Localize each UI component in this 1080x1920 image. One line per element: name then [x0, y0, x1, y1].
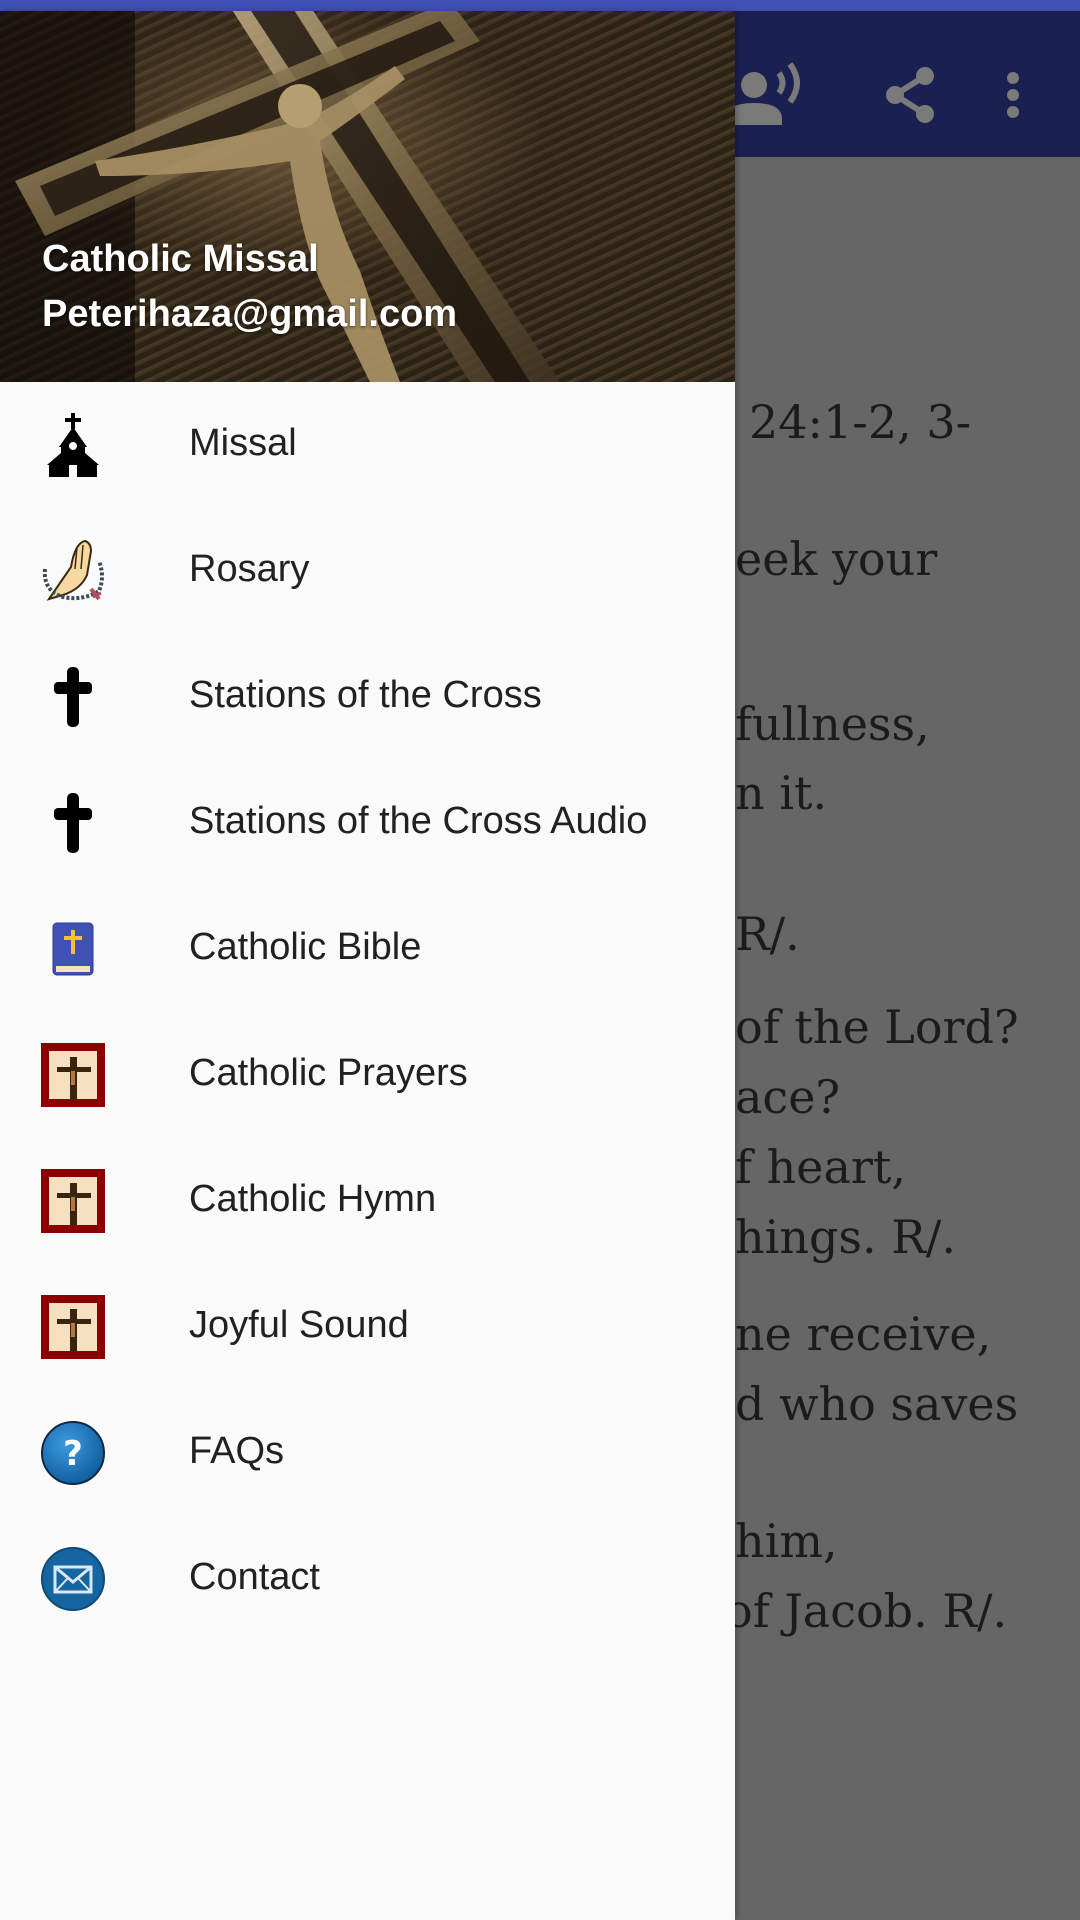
menu-item-label: Joyful Sound: [189, 1304, 409, 1346]
menu-item-contact[interactable]: Contact: [0, 1516, 735, 1642]
menu-item-label: Stations of the Cross Audio: [189, 800, 648, 842]
bible-icon: [41, 917, 105, 981]
share-icon[interactable]: [866, 51, 956, 141]
menu-item-missal[interactable]: Missal: [0, 382, 735, 508]
menu-item-catholic-bible[interactable]: Catholic Bible: [0, 886, 735, 1012]
menu-item-label: Contact: [189, 1556, 320, 1598]
church-icon: [41, 413, 105, 477]
reading-line: 24:1-2, 3-: [749, 395, 972, 449]
more-options-icon[interactable]: [978, 51, 1048, 141]
reading-line: of the Lord?: [735, 1000, 1019, 1054]
menu-item-rosary[interactable]: Rosary: [0, 508, 735, 634]
reading-line: him,: [735, 1514, 838, 1568]
reading-line: fullness,: [735, 697, 930, 751]
mail-icon: [41, 1547, 105, 1611]
reading-line: ne receive,: [735, 1307, 992, 1361]
menu-item-catholic-prayers[interactable]: Catholic Prayers: [0, 1012, 735, 1138]
reading-line: d who saves: [735, 1377, 1019, 1431]
reading-line: R/.: [735, 907, 800, 961]
menu-item-faqs[interactable]: ? FAQs: [0, 1390, 735, 1516]
help-icon: ?: [41, 1421, 105, 1485]
menu-item-label: Missal: [189, 422, 297, 464]
praying-hands-rosary-icon: [41, 539, 105, 603]
reading-line: ace?: [735, 1070, 841, 1124]
menu-item-label: Rosary: [189, 548, 310, 590]
reading-line: n it.: [735, 766, 828, 820]
svg-text:?: ?: [63, 1434, 83, 1474]
drawer-header: Catholic Missal Peterihaza@gmail.com: [0, 11, 735, 382]
cross-icon: [41, 791, 105, 855]
menu-item-joyful-sound[interactable]: Joyful Sound: [0, 1264, 735, 1390]
menu-item-label: Stations of the Cross: [189, 674, 542, 716]
status-bar: [0, 0, 1080, 11]
navigation-drawer: Catholic Missal Peterihaza@gmail.com Mis…: [0, 11, 735, 1920]
text-to-speech-icon[interactable]: [722, 51, 812, 141]
menu-item-label: Catholic Hymn: [189, 1178, 437, 1220]
menu-item-label: FAQs: [189, 1430, 285, 1472]
crucifix-frame-icon: [41, 1169, 105, 1233]
user-email: Peterihaza@gmail.com: [42, 293, 458, 335]
app-title: Catholic Missal: [42, 238, 319, 280]
menu-item-label: Catholic Bible: [189, 926, 422, 968]
cross-icon: [41, 665, 105, 729]
reading-line: of Jacob. R/.: [725, 1584, 1008, 1638]
reading-line: hings. R/.: [735, 1210, 957, 1264]
crucifix-frame-icon: [41, 1295, 105, 1359]
reading-line: eek your: [735, 532, 938, 586]
menu-item-stations-of-the-cross-audio[interactable]: Stations of the Cross Audio: [0, 760, 735, 886]
menu-item-catholic-hymn[interactable]: Catholic Hymn: [0, 1138, 735, 1264]
reading-line: f heart,: [735, 1140, 907, 1194]
drawer-menu: Missal Rosary Stations of the Cross Stat…: [0, 382, 735, 1642]
menu-item-label: Catholic Prayers: [189, 1052, 468, 1094]
crucifix-frame-icon: [41, 1043, 105, 1107]
menu-item-stations-of-the-cross[interactable]: Stations of the Cross: [0, 634, 735, 760]
